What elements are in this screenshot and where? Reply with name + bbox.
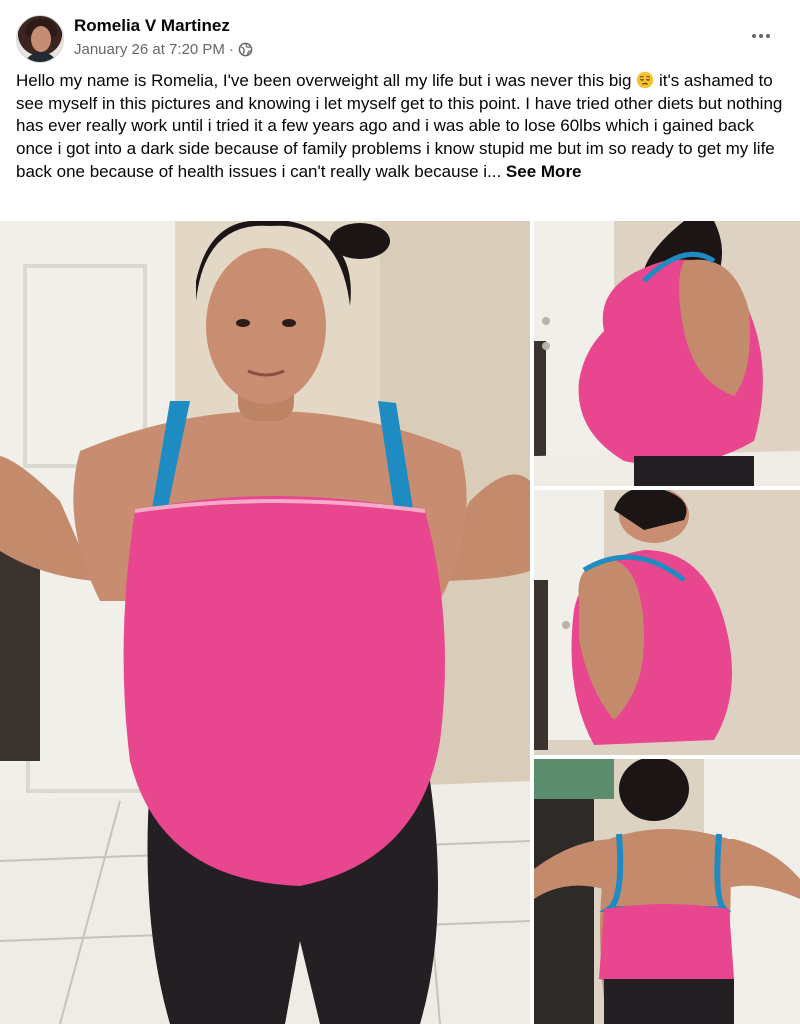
author-name[interactable]: Romelia V Martinez [74,16,230,36]
post-photo-side-2[interactable] [534,490,800,755]
more-horizontal-icon[interactable] [743,22,779,50]
author-avatar[interactable] [16,15,64,63]
post-header: Romelia V Martinez January 26 at 7:20 PM… [0,0,800,64]
post-text-part-1: Hello my name is Romelia, I've been over… [16,71,637,90]
pensive-face-emoji [637,71,654,89]
post-body: Hello my name is Romelia, I've been over… [16,70,786,184]
meta-separator: · [228,41,234,58]
post-timestamp[interactable]: January 26 at 7:20 PM [74,41,225,58]
globe-icon[interactable] [238,42,253,57]
post-photo-front[interactable] [0,221,530,1024]
post-photo-back[interactable] [534,759,800,1024]
post-photo-side-1[interactable] [534,221,800,486]
post-meta: January 26 at 7:20 PM · [74,41,253,58]
see-more-link[interactable]: See More [506,162,582,181]
